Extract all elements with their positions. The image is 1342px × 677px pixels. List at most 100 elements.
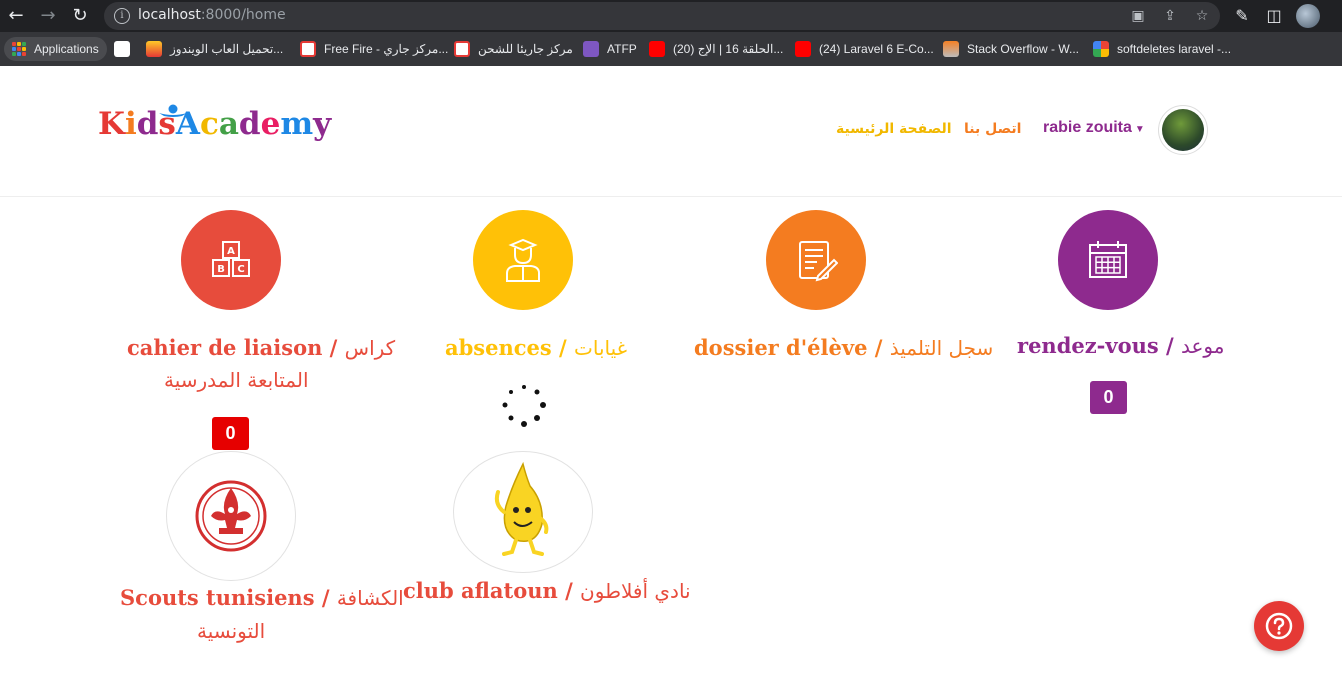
user-avatar[interactable] — [1158, 105, 1208, 155]
dossier-title-latin: dossier d'élève / — [694, 335, 883, 360]
aflatoun-title-latin: club aflatoun / — [403, 578, 573, 603]
user-name: rabie zouita — [1043, 119, 1132, 136]
bookmark-label: مركز جاريئا للشحن — [478, 42, 573, 56]
absences-title[interactable]: absences / غيابات — [445, 335, 627, 360]
bookmark-label: Stack Overflow - W... — [967, 42, 1080, 56]
absences-card-icon[interactable] — [473, 210, 573, 310]
forward-icon[interactable]: → — [36, 4, 60, 28]
liaison-title-latin: cahier de liaison / — [127, 335, 338, 360]
bookmark-freefire[interactable]: Free Fire - مركز جاري... — [300, 37, 448, 61]
scouts-title-latin: Scouts tunisiens / — [120, 585, 330, 610]
svg-text:C: C — [237, 264, 244, 275]
absences-title-arabic: غيابات — [574, 336, 628, 360]
aflatoun-title[interactable]: club aflatoun / نادي أفلاطون — [403, 578, 691, 603]
freefire-icon — [454, 41, 470, 57]
bookmark-label: (24) Laravel 6 E-Co... — [819, 42, 934, 56]
liaison-title[interactable]: cahier de liaison / كراس — [127, 335, 395, 360]
youtube-icon — [649, 41, 665, 57]
google-icon — [1093, 41, 1109, 57]
rdv-title[interactable]: rendez-vous / موعد — [1017, 333, 1224, 358]
abc-blocks-icon: A B C — [212, 241, 250, 277]
logo-letter: d — [136, 106, 159, 142]
stackoverflow-icon — [943, 41, 959, 57]
aflatoun-logo[interactable] — [453, 451, 593, 573]
liaison-card-icon[interactable]: A B C — [181, 210, 281, 310]
browser-toolbar: ← → ↻ i localhost:8000/home ▣ ⇪ ☆ ✎ ◫ — [0, 0, 1342, 32]
scouts-logo[interactable] — [166, 451, 296, 581]
logo-letter: m — [280, 106, 314, 142]
side-panel-icon[interactable]: ◫ — [1262, 4, 1286, 28]
caret-down-icon: ▼ — [1134, 124, 1145, 135]
student-icon — [506, 238, 540, 282]
scouts-emblem-icon — [195, 480, 267, 552]
site-header: KidsAcademy الصفحة الرئيسية اتصل بنا rab… — [0, 66, 1342, 197]
logo-figure-icon — [159, 104, 187, 117]
bookmark-youtube-1[interactable]: (20) الحلقة 16 | الإج... — [649, 37, 783, 61]
apps-grid-icon — [12, 42, 26, 56]
bookmark-youtube-2[interactable]: (24) Laravel 6 E-Co... — [795, 37, 934, 61]
rdv-count-badge: 0 — [1090, 381, 1127, 414]
address-bar[interactable]: i localhost:8000/home ▣ ⇪ ☆ — [104, 2, 1220, 30]
dossier-title[interactable]: dossier d'élève / سجل التلميذ — [694, 335, 993, 360]
bookmark-github[interactable] — [114, 37, 138, 61]
site-info-icon[interactable]: i — [114, 8, 130, 24]
reload-icon[interactable]: ↻ — [68, 4, 92, 28]
svg-text:A: A — [227, 246, 235, 257]
url-text: localhost:8000/home — [138, 7, 286, 23]
bookmark-google[interactable]: softdeletes laravel -... — [1093, 37, 1231, 61]
bookmark-atfp[interactable]: ATFP — [583, 37, 637, 61]
liaison-title-arabic: كراس — [344, 336, 396, 360]
rdv-card-icon[interactable] — [1058, 210, 1158, 310]
scouts-title-arabic: الكشافة — [336, 586, 404, 610]
back-icon[interactable]: ← — [4, 4, 28, 28]
share-icon[interactable]: ⇪ — [1160, 6, 1180, 26]
atfp-icon — [583, 41, 599, 57]
kids-academy-logo[interactable]: KidsAcademy — [98, 106, 331, 142]
bookmark-label: ATFP — [607, 42, 637, 56]
aflatoun-title-arabic: نادي أفلاطون — [580, 579, 691, 603]
extensions-icon[interactable]: ✎ — [1230, 4, 1254, 28]
nav-home-link[interactable]: الصفحة الرئيسية — [836, 121, 952, 137]
bookmark-star-icon[interactable]: ☆ — [1192, 6, 1212, 26]
bookmark-applications[interactable]: Applications — [4, 37, 107, 61]
bookmark-label: (20) الحلقة 16 | الإج... — [673, 42, 784, 56]
dossier-card-icon[interactable] — [766, 210, 866, 310]
logo-letter: i — [124, 106, 137, 142]
logo-letter: d — [238, 106, 261, 142]
logo-letter: a — [218, 106, 239, 142]
translate-icon[interactable]: ▣ — [1128, 6, 1148, 26]
liaison-subtitle: المتابعة المدرسية — [164, 368, 309, 392]
logo-letter: K — [98, 106, 125, 142]
help-button[interactable] — [1254, 601, 1304, 651]
bookmark-charging[interactable]: مركز جاريئا للشحن — [454, 37, 573, 61]
liaison-count-badge: 0 — [212, 417, 249, 450]
profile-avatar[interactable] — [1296, 4, 1320, 28]
user-menu-toggle[interactable]: rabie zouita ▼ — [1043, 119, 1145, 137]
github-icon — [114, 41, 130, 57]
logo-letter: y — [313, 106, 332, 142]
dossier-title-arabic: سجل التلميذ — [889, 336, 994, 360]
nav-contact-link[interactable]: اتصل بنا — [964, 121, 1021, 137]
youtube-icon — [795, 41, 811, 57]
logo-letter: e — [260, 106, 281, 142]
bookmark-games[interactable]: تحميل العاب الويندوز... — [146, 37, 283, 61]
loading-spinner-icon — [502, 385, 546, 427]
bookmarks-bar: Applications تحميل العاب الويندوز... Fre… — [0, 32, 1342, 82]
logo-letter: c — [199, 106, 219, 142]
rdv-title-arabic: موعد — [1180, 334, 1225, 358]
bookmark-label: Free Fire - مركز جاري... — [324, 42, 449, 56]
aflatoun-mascot-icon — [494, 461, 549, 556]
bookmark-label: softdeletes laravel -... — [1117, 42, 1232, 56]
absences-title-latin: absences / — [445, 335, 567, 360]
question-circle-icon — [1265, 612, 1293, 640]
scouts-title[interactable]: Scouts tunisiens / الكشافة — [120, 585, 404, 610]
bookmark-stackoverflow[interactable]: Stack Overflow - W... — [943, 37, 1079, 61]
bookmark-label: Applications — [34, 42, 99, 56]
edit-document-icon — [799, 241, 838, 282]
freefire-icon — [300, 41, 316, 57]
rdv-title-latin: rendez-vous / — [1017, 333, 1174, 358]
calendar-icon — [1089, 241, 1127, 278]
bookmark-label: تحميل العاب الويندوز... — [170, 42, 284, 56]
game-site-icon — [146, 41, 162, 57]
svg-text:B: B — [217, 264, 225, 275]
